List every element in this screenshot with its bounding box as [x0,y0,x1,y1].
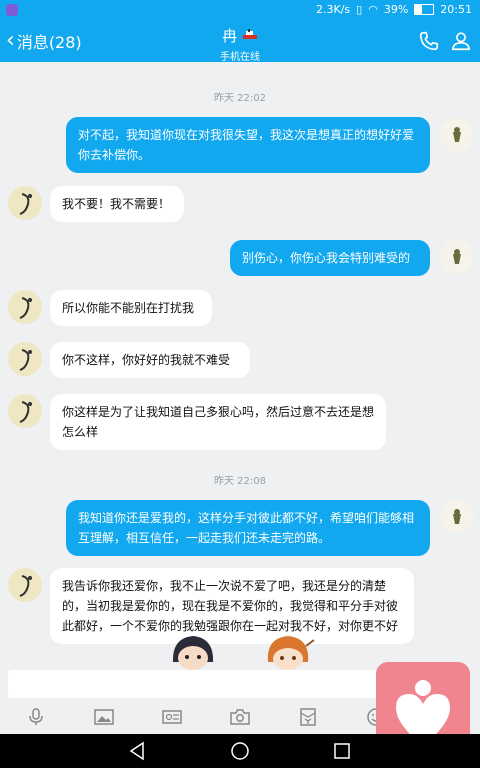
contact-title: 冉 手机在线 [0,25,480,63]
contact-avatar[interactable] [8,290,42,324]
status-bar: 2.3K/s ▯ ◠ 39% 20:51 [0,0,480,20]
contact-avatar[interactable] [8,568,42,602]
battery-percent: 39% [383,3,409,16]
recents-square-icon[interactable] [332,741,352,761]
phone-icon[interactable] [418,30,440,52]
battery-fill [415,5,423,14]
message-bubble-received[interactable]: 你这样是为了让我知道自己多狠心吗，然后过意不去还是想怎么样 [50,394,386,450]
system-navigation-bar [0,734,480,768]
message-bubble-received[interactable]: 我告诉你我还爱你，我不止一次说不爱了吧，我还是分的清楚的，当初我是爱你的，现在我… [50,568,414,644]
timestamp: 昨天 22:08 [214,476,266,487]
clock: 20:51 [440,3,472,16]
app-notification-icon [6,4,18,16]
camera-icon[interactable] [230,708,250,726]
my-avatar[interactable] [440,118,474,152]
my-avatar[interactable] [440,240,474,274]
boat-emoji-icon [242,29,257,39]
contact-status: 手机在线 [220,52,260,63]
profile-icon[interactable] [450,30,472,52]
timestamp: 昨天 22:02 [214,93,266,104]
contact-avatar[interactable] [8,394,42,428]
message-list[interactable]: 昨天 22:02 对不起，我知道你现在对我很失望，我这次是想真正的想好好爱你去补… [0,62,480,670]
message-bubble-received[interactable]: 你不这样，你好好的我就不难受 [50,342,250,378]
sticker-orange-hair-character [267,636,315,670]
message-bubble-sent[interactable]: 别伤心，你伤心我会特别难受的 [230,240,430,276]
chat-header: ‹ 消息(28) 冉 手机在线 [0,20,480,63]
network-speed: 2.3K/s [316,3,351,16]
message-bubble-sent[interactable]: 我知道你还是爱我的，这样分手对彼此都不好，希望咱们能够相互理解，相互信任，一起走… [66,500,430,556]
contact-avatar[interactable] [8,342,42,376]
message-bubble-received[interactable]: 所以你能不能别在打扰我 [50,290,212,326]
message-bubble-sent[interactable]: 对不起，我知道你现在对我很失望，我这次是想真正的想好好爱你去补偿你。 [66,117,430,173]
video-icon[interactable] [162,708,182,726]
image-icon[interactable] [94,708,114,726]
contact-name: 冉 [222,27,238,45]
microphone-icon[interactable] [26,708,46,726]
red-packet-icon[interactable] [298,708,318,726]
wifi-icon: ◠ [368,3,378,16]
battery-icon [414,4,435,15]
contact-avatar[interactable] [8,186,42,220]
sticker-dark-hair-character [172,636,214,670]
message-bubble-received[interactable]: 我不要！我不需要！ [50,186,184,222]
status-icons: 2.3K/s ▯ ◠ 39% 20:51 [316,3,472,16]
vibrate-icon: ▯ [356,3,363,16]
back-triangle-icon[interactable] [128,741,148,761]
my-avatar[interactable] [440,500,474,534]
home-circle-icon[interactable] [230,741,250,761]
